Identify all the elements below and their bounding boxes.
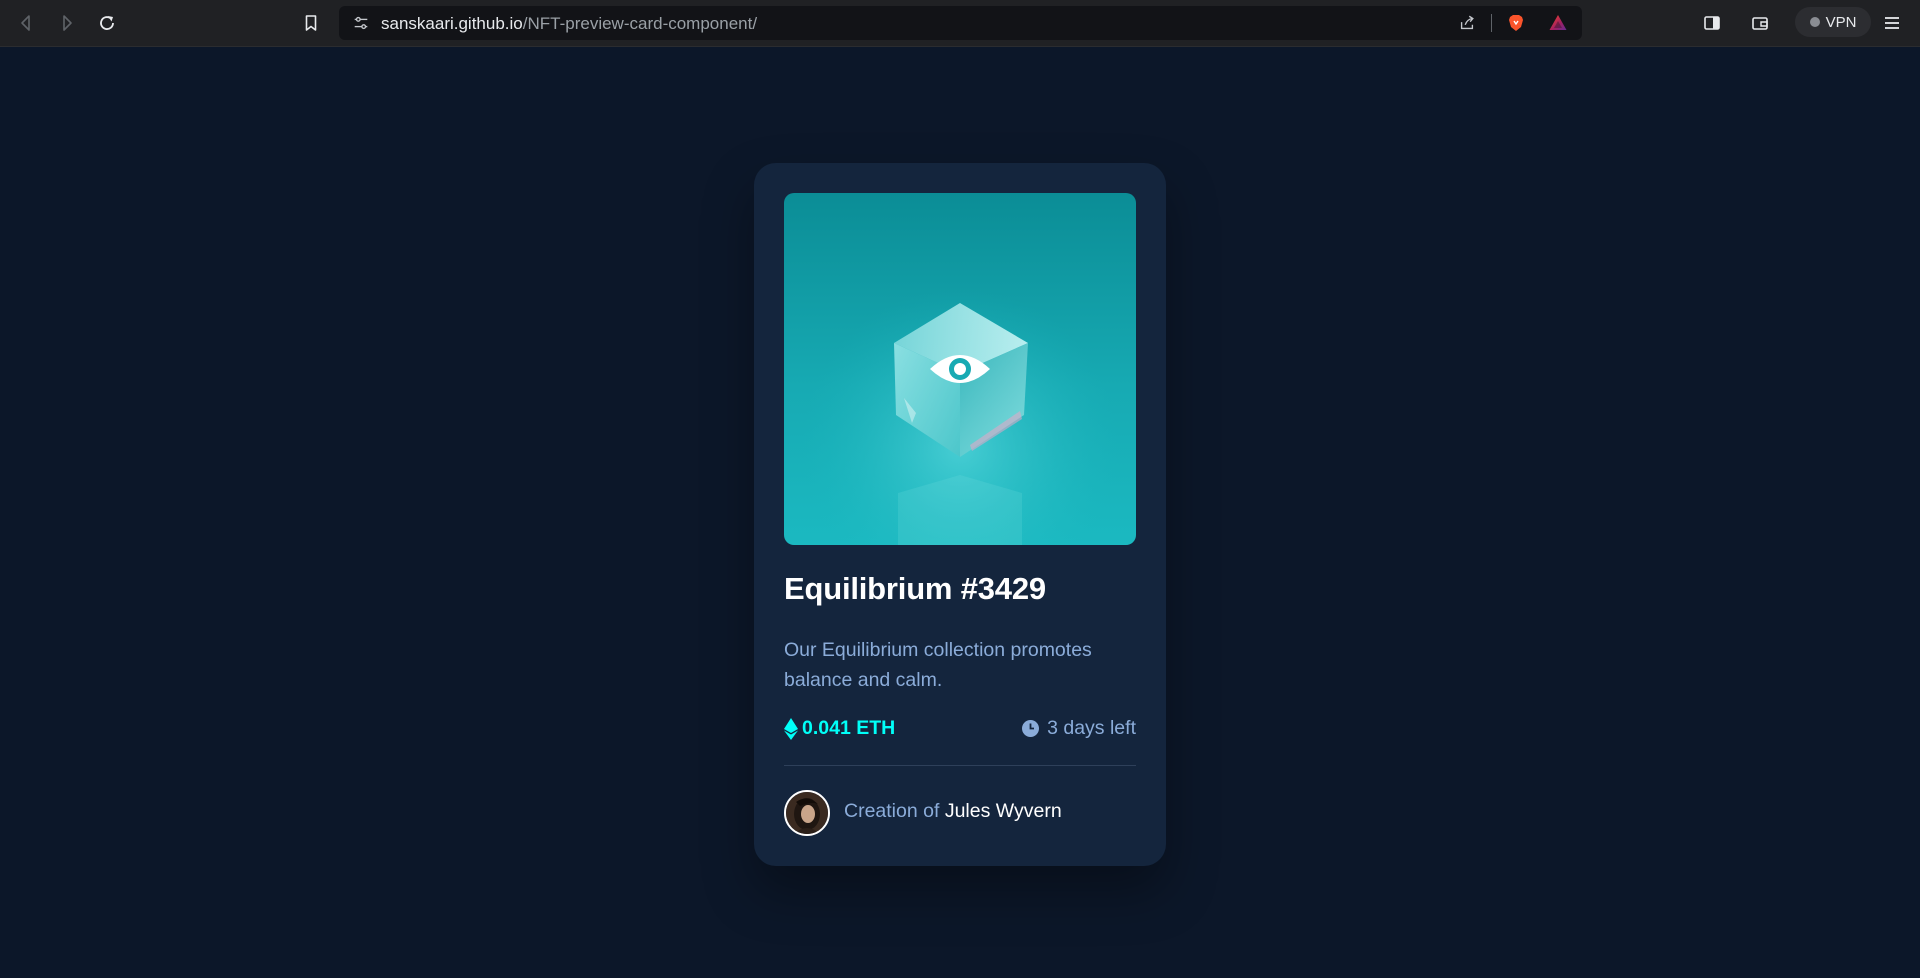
url-divider — [1491, 14, 1492, 32]
forward-button[interactable] — [53, 9, 81, 37]
creator-line: Creation of Jules Wyvern — [844, 800, 1062, 823]
url-path: /NFT-preview-card-component/ — [522, 14, 758, 33]
creator-prefix: Creation of — [844, 800, 945, 822]
sidebar-icon — [1704, 16, 1720, 30]
avatar — [784, 790, 830, 836]
price-value: 0.041 ETH — [802, 717, 896, 739]
nft-preview-card: Equilibrium #3429 Our Equilibrium collec… — [754, 163, 1166, 866]
vpn-button[interactable]: VPN — [1795, 7, 1871, 37]
address-bar[interactable]: sanskaari.github.io/NFT-preview-card-com… — [339, 6, 1582, 40]
brave-shields-icon[interactable] — [1506, 13, 1526, 33]
nft-title[interactable]: Equilibrium #3429 — [784, 571, 1046, 607]
menu-icon — [1885, 17, 1899, 29]
url-host: sanskaari.github.io — [381, 14, 523, 33]
reload-icon — [100, 16, 114, 30]
time-left: 3 days left — [1047, 717, 1136, 739]
back-icon — [21, 15, 30, 31]
back-button[interactable] — [12, 9, 40, 37]
price: 0.041 ETH — [784, 717, 895, 740]
creator-name-link[interactable]: Jules Wyvern — [945, 800, 1062, 822]
divider — [784, 765, 1136, 766]
forward-icon — [63, 15, 72, 31]
site-settings-icon[interactable] — [351, 13, 371, 33]
bookmark-button[interactable] — [297, 9, 325, 37]
nft-image[interactable] — [784, 193, 1136, 545]
time-remaining: 3 days left — [1022, 717, 1136, 740]
vpn-label: VPN — [1825, 13, 1857, 31]
vpn-status-icon — [1809, 17, 1820, 27]
browser-toolbar: sanskaari.github.io/NFT-preview-card-com… — [0, 0, 1920, 47]
brave-rewards-icon[interactable] — [1548, 13, 1568, 33]
sidebar-button[interactable] — [1698, 9, 1726, 37]
nft-description: Our Equilibrium collection promotes bala… — [784, 639, 1092, 691]
reload-button[interactable] — [93, 9, 121, 37]
ethereum-icon — [784, 717, 798, 740]
clock-icon — [1022, 720, 1040, 737]
url-text[interactable]: sanskaari.github.io/NFT-preview-card-com… — [381, 14, 757, 34]
bookmark-icon — [305, 15, 317, 31]
wallet-button[interactable] — [1746, 9, 1774, 37]
menu-button[interactable] — [1878, 9, 1906, 37]
share-icon[interactable] — [1457, 13, 1477, 33]
wallet-icon — [1752, 17, 1768, 30]
